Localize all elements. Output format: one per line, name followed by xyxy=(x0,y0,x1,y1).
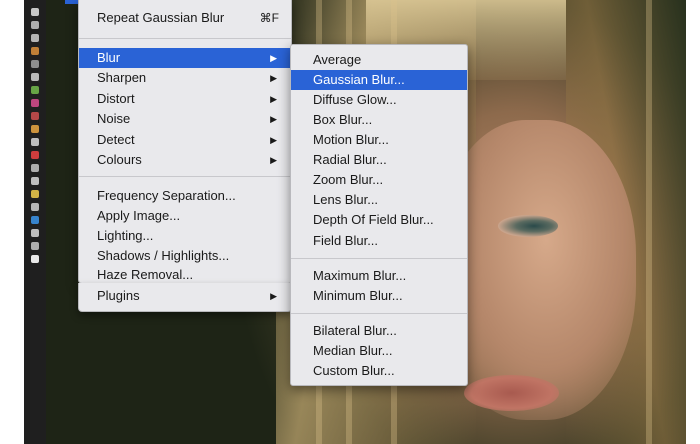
submenu-item-maximum-blur[interactable]: Maximum Blur... xyxy=(291,266,467,286)
repeat-filter-shortcut: ⌘F xyxy=(259,11,279,25)
left-margin xyxy=(0,0,24,444)
pen-tool-icon[interactable] xyxy=(31,99,39,107)
menu-item-blur[interactable]: Blur ▶ xyxy=(79,48,291,68)
submenu-item-gaussian-blur[interactable]: Gaussian Blur... xyxy=(291,70,467,90)
submenu-item-bilateral-blur[interactable]: Bilateral Blur... xyxy=(291,321,467,341)
eye xyxy=(498,215,558,237)
submenu-item-label: Minimum Blur... xyxy=(313,288,403,303)
hand-tool-icon[interactable] xyxy=(31,229,39,237)
zoom-tool-icon[interactable] xyxy=(31,138,39,146)
menu-item-label: Frequency Separation... xyxy=(97,188,236,203)
menu-separator xyxy=(79,38,291,39)
submenu-item-label: Box Blur... xyxy=(313,112,373,127)
menu-item-label: Colours xyxy=(97,152,142,167)
submenu-item-average[interactable]: Average xyxy=(291,50,467,70)
submenu-arrow-icon: ▶ xyxy=(270,114,277,124)
gradient-tool-icon[interactable] xyxy=(31,86,39,94)
move-tool-icon[interactable] xyxy=(31,8,39,16)
menu-item-apply-image[interactable]: Apply Image... xyxy=(79,206,291,226)
menu-item-label: Apply Image... xyxy=(97,208,181,223)
submenu-item-zoom-blur[interactable]: Zoom Blur... xyxy=(291,170,467,190)
menu-item-label: Sharpen xyxy=(97,70,147,85)
submenu-item-label: Lens Blur... xyxy=(313,192,379,207)
submenu-item-label: Average xyxy=(313,52,362,67)
color-picker-icon[interactable] xyxy=(31,216,39,224)
menu-item-frequency-separation[interactable]: Frequency Separation... xyxy=(79,186,291,206)
submenu-item-radial-blur[interactable]: Radial Blur... xyxy=(291,150,467,170)
menu-item-distort[interactable]: Distort ▶ xyxy=(79,89,291,109)
submenu-item-field-blur[interactable]: Field Blur... xyxy=(291,231,467,251)
right-margin xyxy=(686,0,700,444)
lips xyxy=(464,375,559,411)
submenu-item-label: Gaussian Blur... xyxy=(313,72,405,87)
tools-panel xyxy=(24,0,46,444)
menu-item-label: Distort xyxy=(97,91,135,106)
submenu-item-label: Field Blur... xyxy=(313,233,379,248)
submenu-item-diffuse-glow[interactable]: Diffuse Glow... xyxy=(291,90,467,110)
submenu-item-label: Maximum Blur... xyxy=(313,268,407,283)
menu-item-shadows-highlights[interactable]: Shadows / Highlights... xyxy=(79,246,291,266)
submenu-item-custom-blur[interactable]: Custom Blur... xyxy=(291,361,467,381)
text-tool-icon[interactable] xyxy=(31,112,39,120)
submenu-item-label: Custom Blur... xyxy=(313,363,395,378)
submenu-item-label: Diffuse Glow... xyxy=(313,92,397,107)
menu-item-lighting[interactable]: Lighting... xyxy=(79,226,291,246)
menu-item-label: Shadows / Highlights... xyxy=(97,248,230,263)
submenu-arrow-icon: ▶ xyxy=(270,73,277,83)
menu-item-noise[interactable]: Noise ▶ xyxy=(79,109,291,129)
fill-tool-icon[interactable] xyxy=(31,73,39,81)
menu-item-label: Lighting... xyxy=(97,228,154,243)
eraser-tool-icon[interactable] xyxy=(31,60,39,68)
dodge-tool-icon[interactable] xyxy=(31,177,39,185)
menu-item-sharpen[interactable]: Sharpen ▶ xyxy=(79,68,291,88)
clone-tool-icon[interactable] xyxy=(31,164,39,172)
submenu-item-label: Median Blur... xyxy=(313,343,393,358)
menu-item-haze-removal[interactable]: Haze Removal... xyxy=(79,266,291,284)
filters-menu-bottom: Plugins ▶ xyxy=(78,283,292,312)
shape-tool-icon[interactable] xyxy=(31,125,39,133)
submenu-item-label: Radial Blur... xyxy=(313,152,387,167)
smudge-tool-icon[interactable] xyxy=(31,190,39,198)
select-tool-icon[interactable] xyxy=(31,21,39,29)
submenu-arrow-icon: ▶ xyxy=(270,53,277,63)
submenu-item-lens-blur[interactable]: Lens Blur... xyxy=(291,190,467,210)
menu-item-label: Haze Removal... xyxy=(97,267,194,282)
menu-item-detect[interactable]: Detect ▶ xyxy=(79,130,291,150)
sharpen-tool-icon[interactable] xyxy=(31,203,39,211)
submenu-arrow-icon: ▶ xyxy=(270,291,277,301)
submenu-item-label: Bilateral Blur... xyxy=(313,323,397,338)
repeat-filter-label: Repeat Gaussian Blur xyxy=(97,10,225,25)
retouch-tool-icon[interactable] xyxy=(31,151,39,159)
submenu-item-box-blur[interactable]: Box Blur... xyxy=(291,110,467,130)
submenu-item-minimum-blur[interactable]: Minimum Blur... xyxy=(291,286,467,306)
menu-item-colours[interactable]: Colours ▶ xyxy=(79,150,291,170)
menu-separator xyxy=(291,313,467,314)
menu-item-label: Detect xyxy=(97,132,135,147)
brush-tool-icon[interactable] xyxy=(31,47,39,55)
submenu-item-median-blur[interactable]: Median Blur... xyxy=(291,341,467,361)
menu-item-label: Blur xyxy=(97,50,121,65)
swatch-icon[interactable] xyxy=(31,255,39,263)
submenu-item-label: Motion Blur... xyxy=(313,132,389,147)
submenu-item-depth-of-field-blur[interactable]: Depth Of Field Blur... xyxy=(291,210,467,230)
submenu-arrow-icon: ▶ xyxy=(270,135,277,145)
submenu-arrow-icon: ▶ xyxy=(270,94,277,104)
menu-separator xyxy=(291,258,467,259)
hair-strand xyxy=(646,0,652,444)
menu-item-label: Plugins xyxy=(97,288,140,303)
crop-tool-icon[interactable] xyxy=(31,34,39,42)
submenu-arrow-icon: ▶ xyxy=(270,155,277,165)
blur-submenu: Average Gaussian Blur... Diffuse Glow...… xyxy=(290,44,468,386)
app-window: Repeat Gaussian Blur ⌘F Blur ▶ Sharpen ▶… xyxy=(0,0,700,444)
filters-menu: Repeat Gaussian Blur ⌘F Blur ▶ Sharpen ▶… xyxy=(78,0,292,284)
submenu-item-motion-blur[interactable]: Motion Blur... xyxy=(291,130,467,150)
menu-item-plugins[interactable]: Plugins ▶ xyxy=(79,286,291,306)
submenu-item-label: Zoom Blur... xyxy=(313,172,384,187)
repeat-filter-item[interactable]: Repeat Gaussian Blur ⌘F xyxy=(79,8,291,28)
menu-separator xyxy=(79,176,291,177)
view-tool-icon[interactable] xyxy=(31,242,39,250)
menu-item-label: Noise xyxy=(97,111,131,126)
submenu-item-label: Depth Of Field Blur... xyxy=(313,212,434,227)
